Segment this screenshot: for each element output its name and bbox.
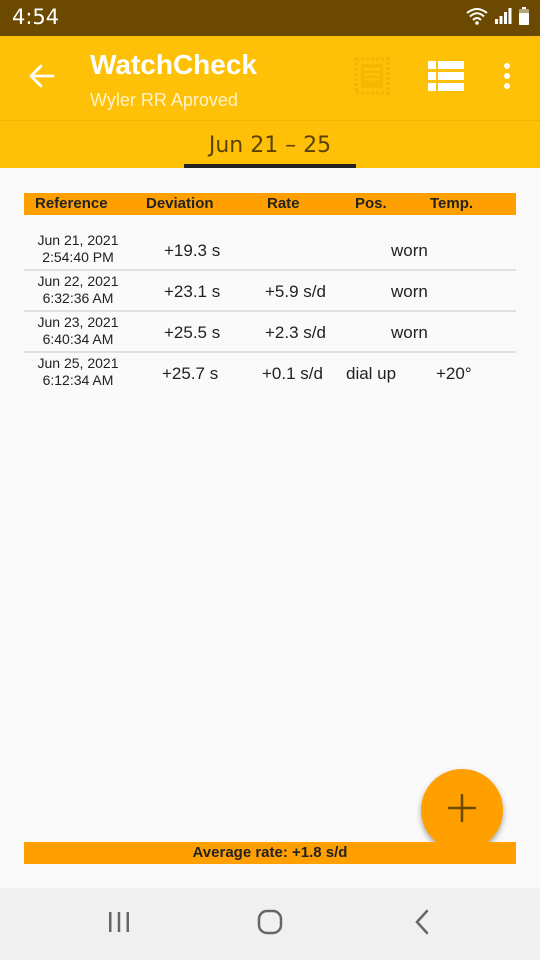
rate-value: +0.1 s/d — [262, 364, 323, 383]
signal-icon — [494, 7, 512, 30]
header-temperature: Temp. — [430, 195, 474, 212]
reference-cell: Jun 23, 2021 6:40:34 AM — [24, 314, 132, 348]
certificate-icon — [353, 56, 391, 101]
reference-time: 6:32:36 AM — [42, 290, 114, 306]
add-icon — [447, 793, 477, 828]
wifi-icon — [466, 7, 488, 30]
more-vert-icon — [503, 62, 511, 95]
table-row[interactable]: Jun 21, 2021 2:54:40 PM +19.3 s worn — [24, 230, 516, 271]
back-nav-button[interactable] — [392, 904, 452, 944]
status-icons — [466, 7, 530, 30]
more-options-button[interactable] — [490, 54, 524, 102]
back-button[interactable] — [18, 56, 66, 100]
status-bar: 4:54 — [0, 0, 540, 36]
tab-label: Jun 21 – 25 — [208, 133, 332, 158]
rate-value: +2.3 s/d — [265, 323, 326, 342]
reference-cell: Jun 21, 2021 2:54:40 PM — [24, 232, 132, 266]
app-title: WatchCheck — [90, 49, 258, 80]
add-measurement-button[interactable] — [421, 769, 503, 851]
tab-indicator — [184, 164, 356, 168]
header-rate: Rate — [267, 195, 300, 212]
measurement-list: Jun 21, 2021 2:54:40 PM +19.3 s worn Jun… — [24, 230, 516, 394]
reference-date: Jun 21, 2021 — [37, 232, 119, 248]
deviation-value: +19.3 s — [164, 241, 221, 260]
reference-date: Jun 23, 2021 — [37, 314, 119, 330]
list-view-icon — [428, 60, 464, 96]
battery-icon — [518, 7, 530, 30]
certificate-button[interactable] — [350, 54, 394, 102]
header-reference: Reference — [35, 195, 108, 212]
home-icon — [257, 909, 283, 940]
position-value: worn — [391, 323, 428, 342]
table-row[interactable]: Jun 23, 2021 6:40:34 AM +25.5 s +2.3 s/d… — [24, 312, 516, 353]
reference-time: 2:54:40 PM — [42, 249, 114, 265]
app-bar: WatchCheck Wyler RR Aproved — [0, 36, 540, 120]
home-button[interactable] — [240, 904, 300, 944]
position-value: worn — [391, 241, 428, 260]
tab-bar: Jun 21 – 25 — [0, 120, 540, 168]
list-view-button[interactable] — [424, 54, 468, 102]
deviation-value: +25.7 s — [162, 364, 219, 383]
position-value: dial up — [346, 364, 397, 383]
table-row[interactable]: Jun 25, 2021 6:12:34 AM +25.7 s +0.1 s/d… — [24, 353, 516, 394]
average-rate-bar: Average rate: +1.8 s/d — [24, 842, 516, 864]
app-subtitle: Wyler RR Aproved — [90, 90, 238, 110]
reference-date: Jun 22, 2021 — [37, 273, 119, 289]
temperature-value: +20° — [436, 364, 472, 383]
tab-date-range[interactable]: Jun 21 – 25 — [184, 121, 356, 169]
deviation-value: +23.1 s — [164, 282, 221, 301]
recent-apps-button[interactable] — [89, 904, 149, 944]
reference-cell: Jun 22, 2021 6:32:36 AM — [24, 273, 132, 307]
reference-time: 6:40:34 AM — [42, 331, 114, 347]
reference-cell: Jun 25, 2021 6:12:34 AM — [24, 355, 132, 389]
deviation-value: +25.5 s — [164, 323, 221, 342]
reference-date: Jun 25, 2021 — [37, 355, 119, 371]
reference-time: 6:12:34 AM — [42, 372, 114, 388]
rate-value: +5.9 s/d — [265, 282, 326, 301]
recent-apps-icon — [107, 910, 131, 939]
header-position: Pos. — [355, 195, 387, 212]
arrow-left-icon — [28, 62, 56, 95]
header-deviation: Deviation — [146, 195, 214, 212]
system-nav-bar — [0, 888, 540, 960]
table-row[interactable]: Jun 22, 2021 6:32:36 AM +23.1 s +5.9 s/d… — [24, 271, 516, 312]
table-header: Reference Deviation Rate Pos. Temp. — [24, 193, 516, 215]
position-value: worn — [391, 282, 428, 301]
status-time: 4:54 — [12, 5, 60, 29]
chevron-left-icon — [413, 909, 431, 940]
